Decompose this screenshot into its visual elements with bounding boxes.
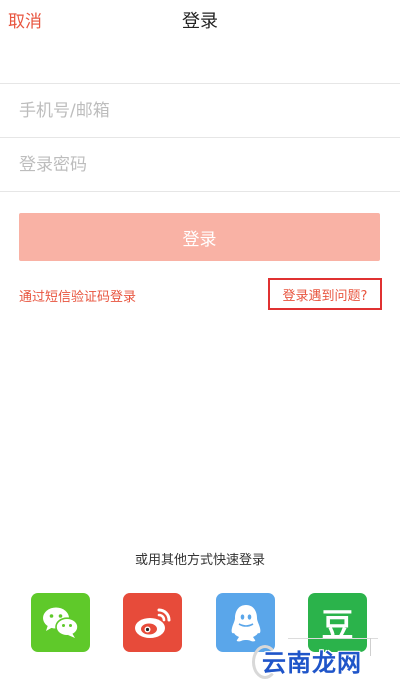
page-title: 登录 xyxy=(182,11,218,32)
login-button[interactable]: 登录 xyxy=(19,213,380,261)
watermark-logo: 云南龙网 xyxy=(262,649,362,677)
login-form xyxy=(0,83,400,192)
login-problem-link[interactable]: 登录遇到问题? xyxy=(268,278,382,310)
password-input[interactable] xyxy=(19,154,379,175)
weibo-login-button[interactable] xyxy=(123,593,182,652)
other-login-title: 或用其他方式快速登录 xyxy=(134,553,265,568)
sms-login-link[interactable]: 通过短信验证码登录 xyxy=(19,286,136,305)
watermark-tick xyxy=(370,638,371,656)
weibo-icon xyxy=(134,608,170,638)
watermark-divider xyxy=(288,638,378,639)
account-input[interactable] xyxy=(19,100,379,121)
wechat-login-button[interactable] xyxy=(31,593,90,652)
password-field-row xyxy=(0,138,400,192)
qq-icon xyxy=(231,604,260,641)
nav-bar: 取消 登录 xyxy=(0,0,400,40)
wechat-icon xyxy=(42,607,79,638)
account-field-row xyxy=(0,84,400,138)
login-problem-label: 登录遇到问题? xyxy=(282,288,368,304)
